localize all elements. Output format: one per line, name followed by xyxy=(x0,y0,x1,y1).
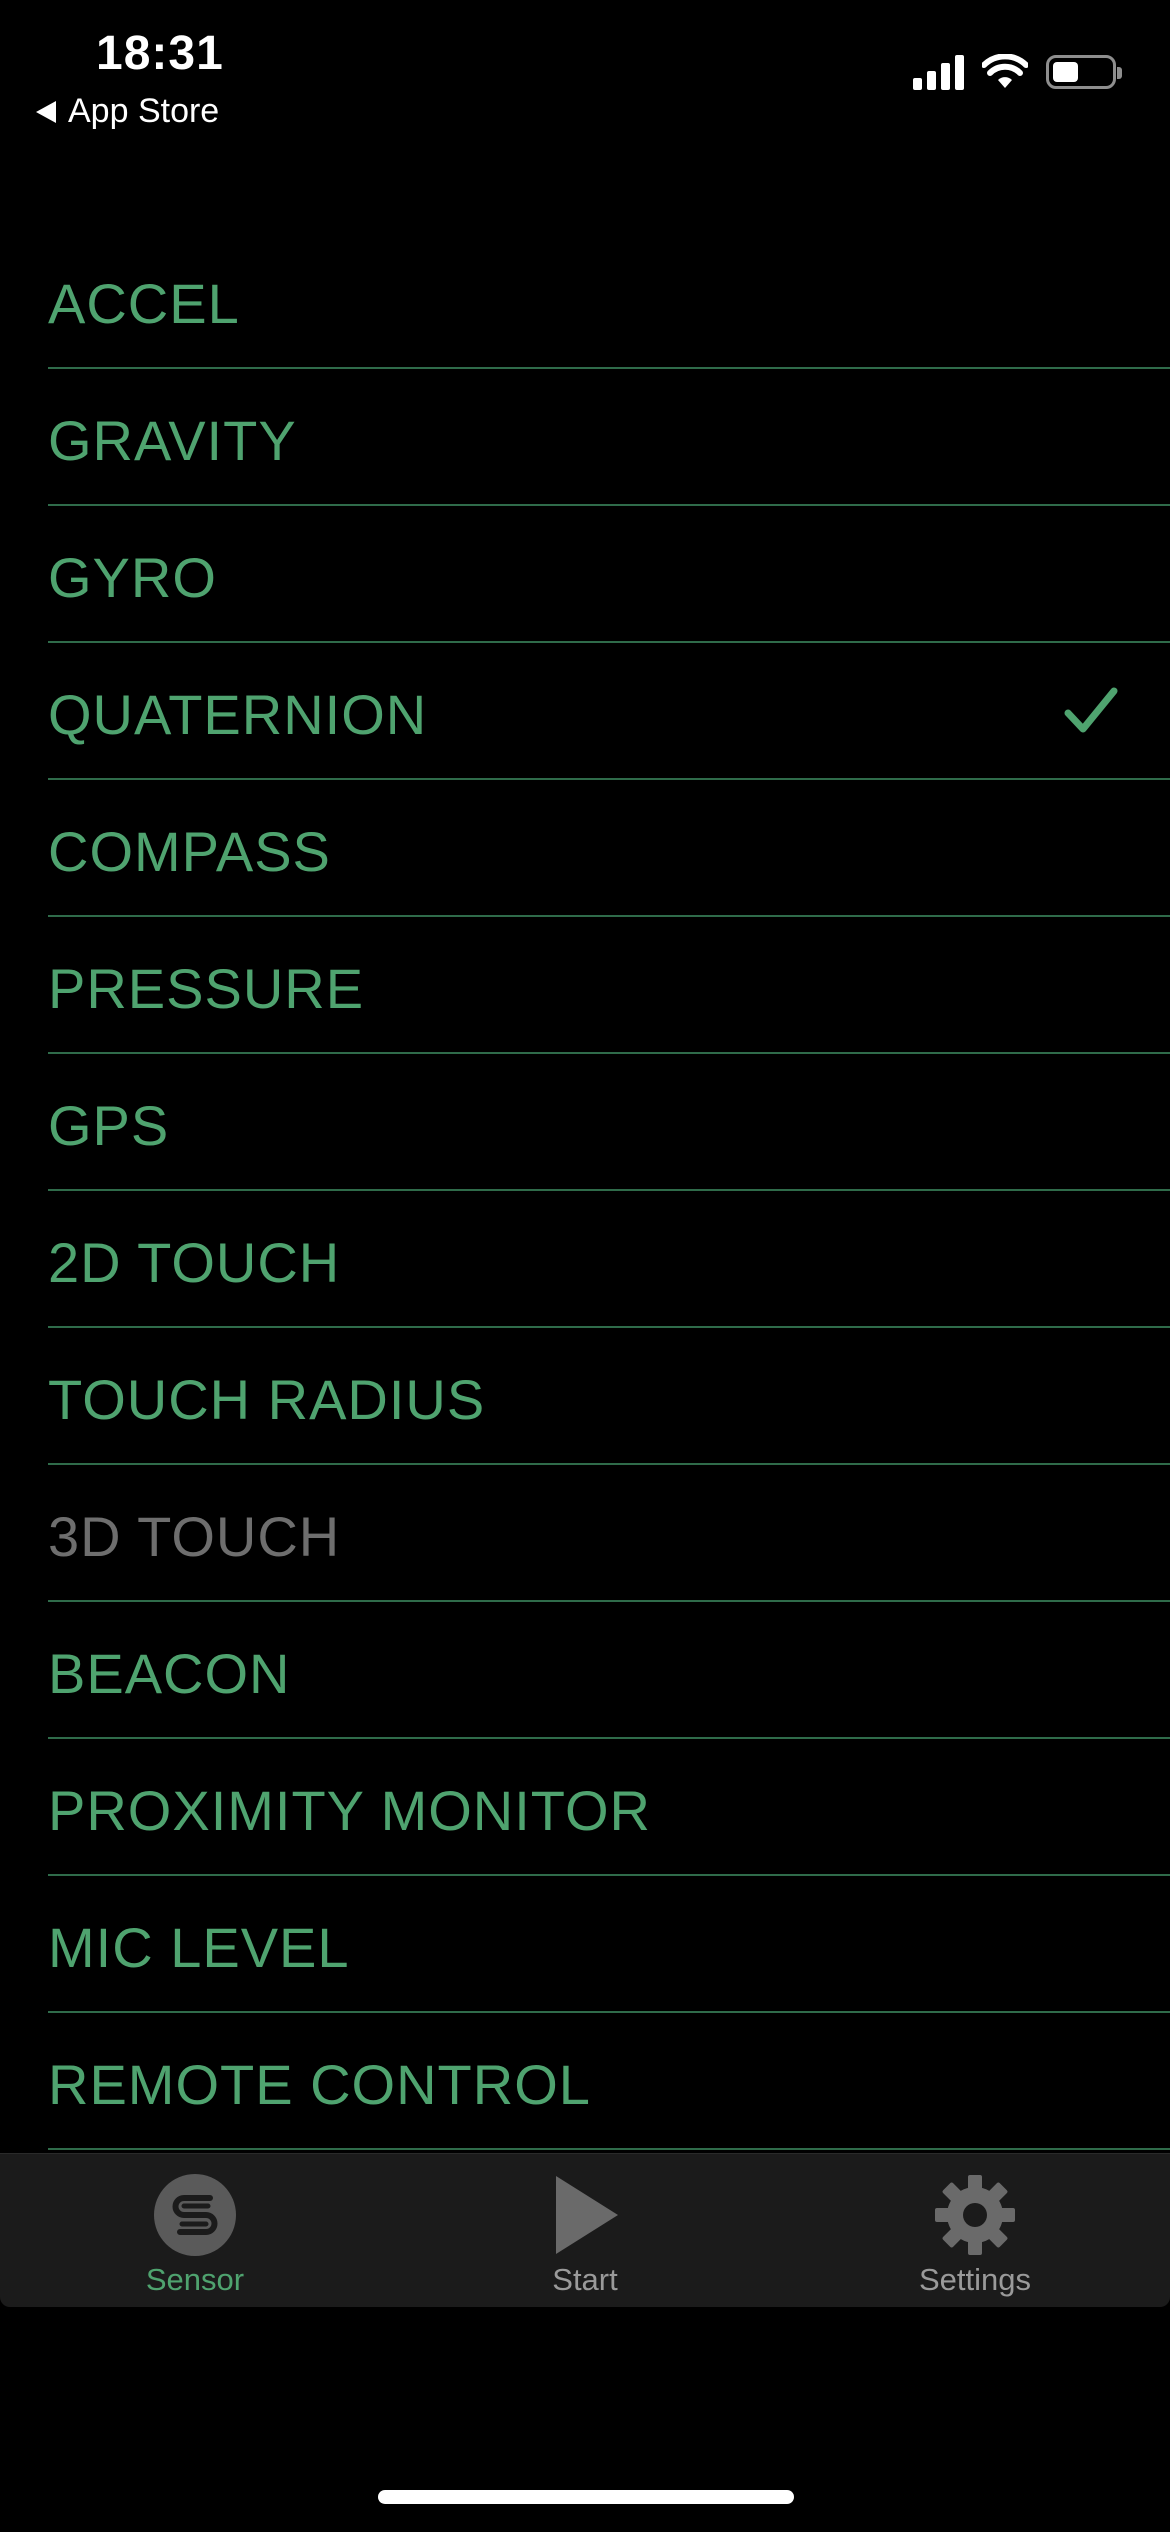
sensor-item-label: QUATERNION xyxy=(48,683,428,746)
sensor-item-label: PRESSURE xyxy=(48,957,365,1020)
sensor-icon xyxy=(154,2174,236,2256)
sensor-item-label: GRAVITY xyxy=(48,409,297,472)
tab-label-sensor: Sensor xyxy=(145,2262,245,2297)
wifi-icon xyxy=(982,54,1028,88)
gear-icon xyxy=(935,2175,1015,2255)
back-to-app-store-link[interactable]: App Store xyxy=(36,92,219,131)
tab-label-settings: Settings xyxy=(918,2262,1031,2297)
sensor-item-label: COMPASS xyxy=(48,820,331,883)
tab-bar: Sensor Start Settings xyxy=(0,2153,1170,2307)
sensor-item-mic-level[interactable]: MIC LEVEL xyxy=(48,1876,1170,2013)
sensor-item-label: GYRO xyxy=(48,546,217,609)
sensor-item-label: ACCEL xyxy=(48,272,240,335)
cellular-signal-icon xyxy=(913,54,964,90)
sensor-item-gps[interactable]: GPS xyxy=(48,1054,1170,1191)
sensor-item-label: PROXIMITY MONITOR xyxy=(48,1779,651,1842)
sensor-item-gravity[interactable]: GRAVITY xyxy=(48,369,1170,506)
back-arrow-icon xyxy=(36,100,56,123)
sensor-item-label: 2D TOUCH xyxy=(48,1231,341,1294)
sensor-item-gyro[interactable]: GYRO xyxy=(48,506,1170,643)
sensor-item-remote-control[interactable]: REMOTE CONTROL xyxy=(48,2013,1170,2150)
tab-sensor[interactable]: Sensor xyxy=(0,2154,390,2307)
sensor-item-label: 3D TOUCH xyxy=(48,1505,341,1568)
sensor-item-label: GPS xyxy=(48,1094,170,1157)
tab-label-start: Start xyxy=(552,2262,618,2297)
sensor-list: ACCEL GRAVITY GYRO QUATERNION COMPASS PRESSUR… xyxy=(48,232,1170,2150)
sensor-item-label: REMOTE CONTROL xyxy=(48,2053,591,2116)
sensor-item-label: TOUCH RADIUS xyxy=(48,1368,486,1431)
sensor-item-beacon[interactable]: BEACON xyxy=(48,1602,1170,1739)
sensor-item-accel[interactable]: ACCEL xyxy=(48,232,1170,369)
battery-level-fill xyxy=(1053,62,1078,82)
sensor-item-2d-touch[interactable]: 2D TOUCH xyxy=(48,1191,1170,1328)
status-time: 18:31 xyxy=(96,27,224,80)
back-app-label: App Store xyxy=(68,92,220,130)
checkmark-icon xyxy=(1064,687,1118,732)
battery-icon xyxy=(1046,55,1122,89)
status-indicators xyxy=(913,54,1122,90)
sensor-item-proximity-monitor[interactable]: PROXIMITY MONITOR xyxy=(48,1739,1170,1876)
sensor-item-3d-touch[interactable]: 3D TOUCH xyxy=(48,1465,1170,1602)
home-indicator[interactable] xyxy=(378,2490,794,2504)
status-bar: 18:31 App Store xyxy=(0,0,1170,150)
sensor-item-label: BEACON xyxy=(48,1642,291,1705)
play-icon xyxy=(556,2176,618,2254)
sensor-item-pressure[interactable]: PRESSURE xyxy=(48,917,1170,1054)
tab-start[interactable]: Start xyxy=(390,2154,780,2307)
sensor-item-touch-radius[interactable]: TOUCH RADIUS xyxy=(48,1328,1170,1465)
sensor-item-quaternion[interactable]: QUATERNION xyxy=(48,643,1170,780)
sensor-item-compass[interactable]: COMPASS xyxy=(48,780,1170,917)
tab-settings[interactable]: Settings xyxy=(780,2154,1170,2307)
sensor-item-label: MIC LEVEL xyxy=(48,1916,350,1979)
